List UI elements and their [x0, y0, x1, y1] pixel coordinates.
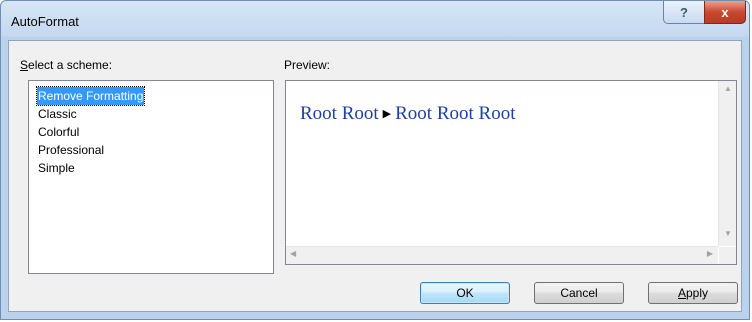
apply-button[interactable]: Apply: [648, 282, 738, 304]
cancel-button[interactable]: Cancel: [534, 282, 624, 304]
scheme-item-classic[interactable]: Classic: [37, 105, 78, 123]
scheme-item-simple[interactable]: Simple: [37, 159, 76, 177]
question-mark-icon: ?: [680, 4, 688, 20]
triangle-right-icon: ▶: [382, 108, 392, 120]
close-button[interactable]: x: [704, 1, 746, 24]
scheme-item-colorful[interactable]: Colorful: [37, 123, 80, 141]
scheme-label-accelerator: S: [20, 58, 29, 72]
scheme-item-remove-formatting[interactable]: Remove Formatting: [35, 86, 146, 106]
title-bar[interactable]: AutoFormat ? x: [1, 1, 749, 41]
scrollbar-corner: [719, 247, 736, 264]
help-button[interactable]: ?: [663, 1, 705, 24]
select-scheme-label: Select a scheme:: [20, 58, 112, 72]
preview-pane: Root Root ▶ Root Root Root ▲ ▼ ◀ ▶: [285, 80, 737, 265]
preview-label: Preview:: [284, 58, 331, 72]
apply-accelerator: A: [677, 286, 686, 300]
scheme-listbox[interactable]: Remove Formatting Classic Colorful Profe…: [28, 80, 274, 274]
dialog-title: AutoFormat: [11, 14, 79, 29]
vertical-scrollbar[interactable]: ▲ ▼: [718, 81, 736, 246]
scroll-left-icon[interactable]: ◀: [290, 249, 296, 258]
scheme-label-text: elect a scheme:: [28, 58, 113, 72]
scroll-up-icon[interactable]: ▲: [724, 84, 732, 93]
scroll-down-icon[interactable]: ▼: [724, 229, 732, 238]
horizontal-scrollbar[interactable]: ◀ ▶: [286, 246, 718, 264]
apply-label-text: pply: [686, 286, 709, 300]
ok-button[interactable]: OK: [420, 282, 510, 304]
preview-breadcrumb: Root Root ▶ Root Root Root: [300, 103, 515, 125]
scheme-item-professional[interactable]: Professional: [37, 141, 105, 159]
close-icon: x: [721, 4, 729, 20]
preview-content: Root Root ▶ Root Root Root: [286, 81, 718, 246]
crumb-path-text: Root Root Root: [395, 103, 516, 124]
crumb-root-text: Root Root: [300, 103, 379, 124]
scroll-right-icon[interactable]: ▶: [707, 249, 713, 258]
